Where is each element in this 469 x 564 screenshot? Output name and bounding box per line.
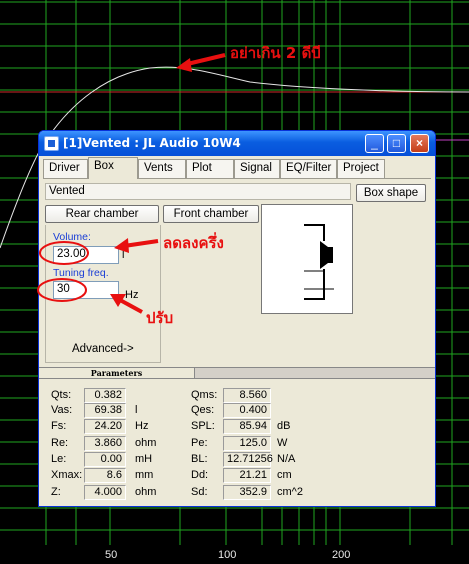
- param-unit: W: [277, 437, 288, 449]
- tuning-freq-label: Tuning freq.: [53, 267, 109, 279]
- tab-box[interactable]: Box: [88, 157, 138, 179]
- window-title: [1]Vented : JL Audio 10W4: [63, 136, 241, 150]
- param-value-qes: 0.400: [223, 403, 271, 418]
- tab-eq-filter[interactable]: EQ/Filter: [280, 159, 337, 178]
- annotation-top: อย่าเกิน 2 ดีบี: [230, 44, 321, 62]
- param-label: SPL:: [191, 420, 215, 432]
- param-label: Re:: [51, 437, 69, 449]
- param-value-qts: 0.382: [84, 388, 126, 403]
- param-value-bl: 12.71256: [223, 452, 273, 467]
- title-bar[interactable]: [1]Vented : JL Audio 10W4 _ □ ×: [39, 131, 435, 156]
- box-type-label: Vented: [45, 183, 351, 200]
- param-unit: ohm: [135, 486, 157, 498]
- tab-strip: Driver Box Vents Plot Signal EQ/Filter P…: [43, 157, 431, 179]
- param-value-spl: 85.94: [223, 419, 271, 434]
- tab-project[interactable]: Project: [337, 159, 385, 178]
- param-label: Qes:: [191, 404, 215, 416]
- param-label: Le:: [51, 453, 67, 465]
- volume-label: Volume:: [53, 231, 91, 243]
- close-icon[interactable]: ×: [410, 134, 429, 153]
- param-unit: l: [135, 404, 138, 416]
- param-label: Qts:: [51, 389, 72, 401]
- param-unit: cm: [277, 469, 292, 481]
- annotation-middle: ลดลงครึ่ง: [163, 234, 224, 252]
- param-unit: mH: [135, 453, 153, 465]
- param-unit: N/A: [277, 453, 296, 465]
- tab-signal[interactable]: Signal: [234, 159, 280, 178]
- rear-chamber-button[interactable]: Rear chamber: [45, 205, 159, 223]
- x-tick-label: 200: [332, 549, 351, 561]
- advanced-link[interactable]: Advanced->: [72, 343, 134, 355]
- param-value-re: 3.860: [84, 436, 126, 451]
- param-label: Dd:: [191, 469, 209, 481]
- window-icon: [44, 136, 59, 151]
- annotation-bottom: ปรับ: [146, 309, 174, 327]
- param-value-z: 4.000: [84, 485, 126, 500]
- volume-unit: l: [122, 249, 125, 261]
- param-value-sd: 352.9: [223, 485, 271, 500]
- param-label: BL:: [191, 453, 208, 465]
- param-value-dd: 21.21: [223, 468, 271, 483]
- tuning-freq-input[interactable]: 30: [53, 281, 119, 299]
- param-unit: dB: [277, 420, 291, 432]
- param-value-pe: 125.0: [223, 436, 271, 451]
- minimize-icon[interactable]: _: [365, 134, 384, 153]
- tab-plot[interactable]: Plot: [186, 159, 234, 178]
- param-label: Pe:: [191, 437, 208, 449]
- param-unit: ohm: [135, 437, 157, 449]
- parameters-title: Parameters: [39, 368, 195, 378]
- param-label: Fs:: [51, 420, 67, 432]
- maximize-icon[interactable]: □: [387, 134, 406, 153]
- tab-driver[interactable]: Driver: [43, 159, 88, 178]
- param-label: Z:: [51, 486, 61, 498]
- box-diagram: [261, 204, 353, 314]
- x-tick-label: 100: [218, 549, 237, 561]
- volume-input[interactable]: 23.00: [53, 246, 119, 264]
- parameters-header: Parameters: [39, 367, 435, 379]
- param-label: Sd:: [191, 486, 208, 498]
- enclosure-drawing: [304, 224, 334, 300]
- param-value-qms: 8.560: [223, 388, 271, 403]
- param-value-vas: 69.38: [84, 403, 126, 418]
- param-label: Qms:: [191, 389, 218, 401]
- box-shape-button[interactable]: Box shape: [356, 184, 426, 202]
- param-value-xmax: 8.6: [84, 468, 126, 483]
- x-tick-label: 50: [105, 549, 118, 561]
- box-dialog-window: [1]Vented : JL Audio 10W4 _ □ × Driver B…: [38, 130, 436, 507]
- param-unit: cm^2: [277, 486, 303, 498]
- param-value-fs: 24.20: [84, 419, 126, 434]
- arrow-top-head: [176, 58, 192, 72]
- param-value-le: 0.00: [84, 452, 126, 467]
- param-label: Vas:: [51, 404, 73, 416]
- param-unit: Hz: [135, 420, 149, 432]
- tuning-freq-unit: Hz: [125, 289, 139, 301]
- tab-vents[interactable]: Vents: [138, 159, 186, 178]
- param-unit: mm: [135, 469, 154, 481]
- param-label: Xmax:: [51, 469, 83, 481]
- front-chamber-button[interactable]: Front chamber: [163, 205, 259, 223]
